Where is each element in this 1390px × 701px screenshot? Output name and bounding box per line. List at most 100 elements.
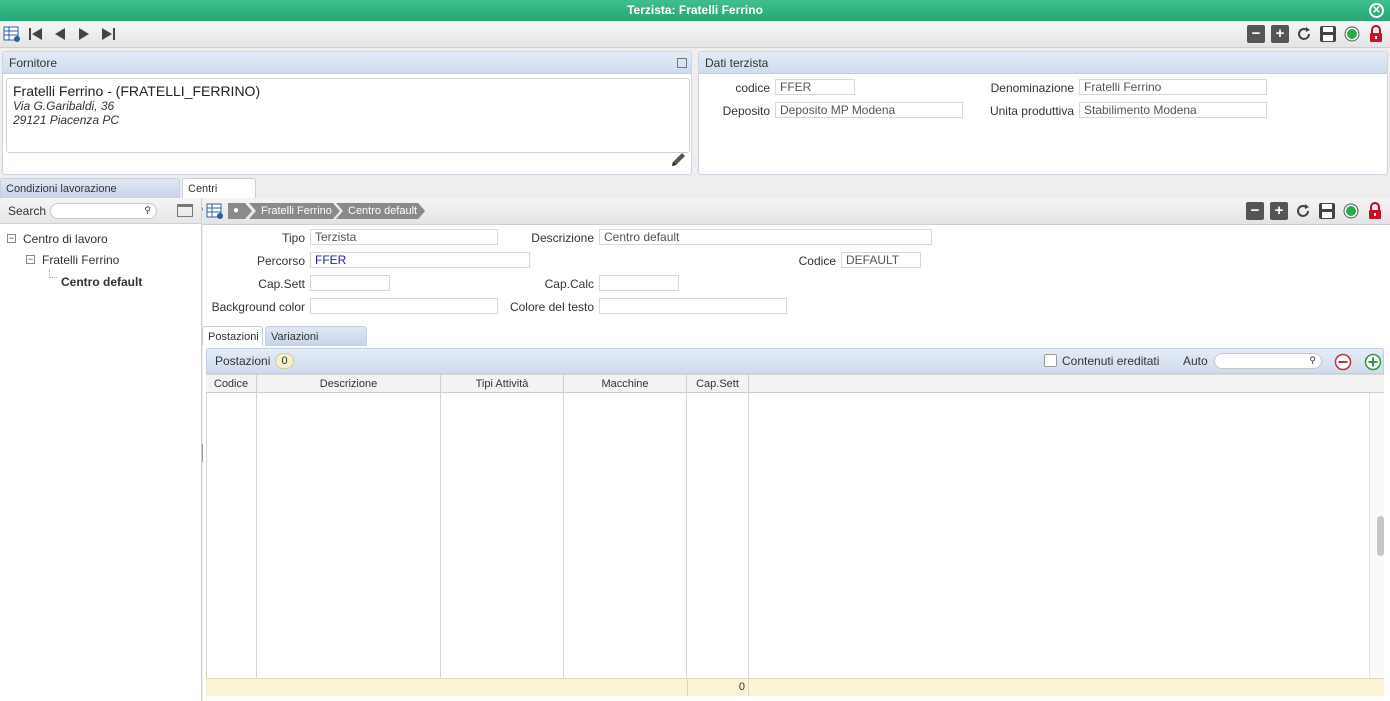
- codice-label: codice: [735, 81, 770, 95]
- breadcrumb-fratelli-ferrino[interactable]: Fratelli Ferrino: [249, 203, 340, 219]
- window-titlebar: Terzista: Fratelli Ferrino ✕: [0, 0, 1390, 21]
- lock-icon[interactable]: [1367, 25, 1385, 43]
- grid-view-icon[interactable]: [3, 25, 21, 43]
- col-header-capsett[interactable]: Cap.Sett: [687, 375, 749, 394]
- add-row-icon[interactable]: [1364, 353, 1382, 374]
- close-icon[interactable]: ✕: [1369, 3, 1384, 18]
- delete-record-icon[interactable]: −: [1247, 25, 1265, 43]
- capcalc-label: Cap.Calc: [544, 277, 594, 291]
- grid-totals-divider: [687, 678, 749, 696]
- tipo-field[interactable]: Terzista: [310, 229, 498, 245]
- deposito-field[interactable]: Deposito MP Modena: [775, 102, 963, 118]
- col-header-macchine[interactable]: Macchine: [564, 375, 687, 394]
- breadcrumb-centro-default[interactable]: Centro default: [336, 203, 425, 219]
- first-record-icon[interactable]: [27, 25, 45, 43]
- next-record-icon[interactable]: [75, 25, 93, 43]
- reload-icon[interactable]: [1294, 202, 1312, 220]
- popout-icon[interactable]: [677, 58, 687, 68]
- colore-testo-label: Colore del testo: [509, 300, 594, 314]
- delete-record-icon[interactable]: −: [1246, 202, 1264, 220]
- breadcrumb-home-icon[interactable]: ●: [228, 203, 252, 219]
- status-ok-icon[interactable]: [1342, 202, 1360, 220]
- percorso-field[interactable]: FFER: [310, 252, 530, 268]
- fornitore-address2: 29121 Piacenza PC: [13, 113, 120, 127]
- denominazione-label: Denominazione: [990, 81, 1074, 95]
- grid-col-line: [257, 393, 441, 678]
- col-header-descrizione[interactable]: Descrizione: [257, 375, 441, 394]
- detail-toolbar: ● Fratelli Ferrino Centro default − +: [203, 198, 1390, 225]
- unita-label: Unita produttiva: [989, 104, 1074, 118]
- tree-collapse-icon[interactable]: −: [7, 234, 16, 243]
- postazioni-grid-header: Codice Descrizione Tipi Attività Macchin…: [206, 374, 1384, 394]
- tab-condizioni[interactable]: Condizioni lavorazione componenti: [0, 178, 180, 215]
- fornitore-name: Fratelli Ferrino - (FRATELLI_FERRINO): [13, 83, 261, 99]
- col-header-codice[interactable]: Codice: [206, 375, 257, 394]
- codice-centro-label: Codice: [798, 254, 836, 268]
- panel-toggle-icon[interactable]: [177, 204, 193, 217]
- remove-row-icon[interactable]: [1334, 353, 1352, 374]
- auto-search-input[interactable]: ⚲: [1214, 353, 1322, 369]
- tab-centri-lavoro[interactable]: Centri lavoro: [182, 178, 256, 215]
- lock-icon[interactable]: [1366, 202, 1384, 220]
- status-ok-icon[interactable]: [1343, 25, 1361, 43]
- tree-pane: Search ⚲ − Centro di lavoro − Fratelli F…: [0, 198, 202, 701]
- inherited-checkbox[interactable]: [1044, 354, 1057, 367]
- col-header-tipi-attivita[interactable]: Tipi Attività: [441, 375, 564, 394]
- search-icon: ⚲: [1309, 355, 1316, 365]
- percorso-label: Percorso: [256, 254, 305, 268]
- capsett-field[interactable]: [310, 275, 390, 291]
- fornitore-panel: Fornitore Fratelli Ferrino - (FRATELLI_F…: [2, 51, 692, 175]
- add-record-icon[interactable]: +: [1270, 202, 1288, 220]
- save-icon[interactable]: [1319, 25, 1337, 43]
- descrizione-field[interactable]: Centro default: [599, 229, 932, 245]
- save-icon[interactable]: [1318, 202, 1336, 220]
- previous-record-icon[interactable]: [51, 25, 69, 43]
- auto-label: Auto: [1183, 354, 1208, 368]
- fornitore-header: Fornitore: [3, 52, 691, 74]
- tipo-label: Tipo: [282, 231, 305, 245]
- grid-scrollbar[interactable]: [1369, 393, 1384, 678]
- codice-centro-field[interactable]: DEFAULT: [841, 252, 921, 268]
- tree-item-centro-di-lavoro[interactable]: Centro di lavoro: [23, 232, 108, 246]
- grid-totals-row: 0: [206, 678, 1384, 696]
- reload-icon[interactable]: [1295, 25, 1313, 43]
- unita-field[interactable]: Stabilimento Modena: [1079, 102, 1267, 118]
- main-tabs: Condizioni lavorazione componenti Centri…: [0, 178, 1390, 215]
- tab-postazioni[interactable]: Postazioni: [202, 326, 263, 346]
- fornitore-card: Fratelli Ferrino - (FRATELLI_FERRINO) Vi…: [6, 78, 690, 153]
- main-toolbar: − +: [0, 21, 1390, 48]
- search-icon: ⚲: [144, 205, 151, 215]
- capcalc-field[interactable]: [599, 275, 679, 291]
- fornitore-title: Fornitore: [9, 56, 58, 70]
- grid-view-icon[interactable]: [206, 202, 224, 223]
- inherited-label: Contenuti ereditati: [1062, 354, 1160, 368]
- capsett-label: Cap.Sett: [258, 277, 305, 291]
- deposito-label: Deposito: [722, 104, 770, 118]
- background-color-field[interactable]: [310, 298, 498, 314]
- denominazione-field[interactable]: Fratelli Ferrino: [1079, 79, 1267, 95]
- grid-col-line: [687, 393, 749, 678]
- tree-item-centro-default[interactable]: Centro default: [61, 275, 142, 289]
- pane-splitter[interactable]: [202, 444, 204, 462]
- tree-connector: [49, 270, 57, 278]
- fornitore-address1: Via G.Garibaldi, 36: [13, 99, 115, 113]
- tree-collapse-icon[interactable]: −: [26, 255, 35, 264]
- colore-testo-field[interactable]: [599, 298, 787, 314]
- tree-search-row: Search ⚲: [0, 198, 201, 224]
- last-record-icon[interactable]: [99, 25, 117, 43]
- dati-header: Dati terzista: [699, 52, 1387, 74]
- descrizione-label: Descrizione: [531, 231, 594, 245]
- search-label: Search: [8, 204, 47, 218]
- postazioni-count-badge: 0: [275, 353, 294, 369]
- window-title: Terzista: Fratelli Ferrino: [627, 3, 763, 17]
- tab-variazioni-capacita[interactable]: Variazioni capacità: [265, 326, 367, 363]
- tree-item-fratelli-ferrino[interactable]: Fratelli Ferrino: [42, 253, 119, 267]
- add-record-icon[interactable]: +: [1271, 25, 1289, 43]
- grid-col-line: [206, 393, 257, 678]
- postazioni-title: Postazioni: [215, 354, 271, 368]
- postazioni-panel-header: Postazioni 0 Contenuti ereditati Auto ⚲: [206, 348, 1384, 374]
- edit-pencil-icon[interactable]: [669, 151, 687, 172]
- tree-search-input[interactable]: ⚲: [50, 203, 157, 219]
- grid-scrollbar-thumb[interactable]: [1377, 516, 1384, 556]
- codice-field[interactable]: FFER: [775, 79, 855, 95]
